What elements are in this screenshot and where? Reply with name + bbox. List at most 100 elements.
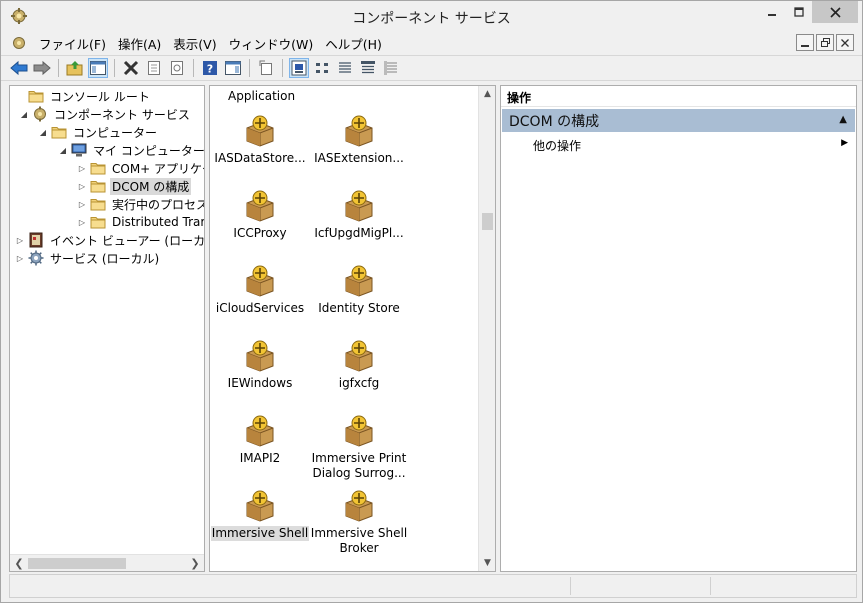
- expanded-arrow-icon[interactable]: ◢: [19, 109, 29, 119]
- mdi-minimize-button[interactable]: [796, 34, 814, 51]
- list-item[interactable]: IASDataStore...: [210, 114, 310, 166]
- forward-button[interactable]: [32, 58, 52, 78]
- tree-node[interactable]: ◢ マイ コンピューター: [58, 141, 204, 159]
- list-item[interactable]: IcfUpgdMigPl...: [309, 189, 409, 241]
- list-item-label: Identity Store: [318, 301, 400, 315]
- scroll-left-arrow[interactable]: ❮: [11, 556, 27, 571]
- list-item[interactable]: igfxcfg: [309, 339, 409, 391]
- tree-node[interactable]: ◢ コンピューター: [38, 123, 159, 141]
- tree-node[interactable]: ▷ 実行中のプロセス: [77, 195, 204, 213]
- collapsed-arrow-icon[interactable]: ▷: [77, 181, 87, 191]
- help-button[interactable]: ?: [200, 58, 220, 78]
- tree-node[interactable]: ▷ Distributed Trar: [77, 213, 204, 231]
- collapsed-arrow-icon[interactable]: ▷: [77, 199, 87, 209]
- close-icon: [829, 6, 841, 18]
- mdi-close-button[interactable]: [836, 34, 854, 51]
- list-item-label: Immersive Shell Broker: [310, 526, 408, 555]
- collapsed-arrow-icon[interactable]: ▷: [77, 217, 87, 227]
- console-tree-pane[interactable]: コンソール ルート ◢ コンポーネント サービス ◢ コンピューター ◢ マイ コンピュータ…: [9, 85, 205, 572]
- large-icons-view-icon: [291, 60, 307, 76]
- dcom-application-icon: [246, 490, 274, 522]
- menu-help[interactable]: ヘルプ(H): [319, 34, 388, 53]
- expanded-arrow-icon[interactable]: ◢: [38, 127, 48, 137]
- scroll-down-arrow[interactable]: ▼: [479, 555, 495, 571]
- tree-node-label[interactable]: コンポーネント サービス: [52, 106, 192, 123]
- small-icons-view-button[interactable]: [312, 58, 332, 78]
- scroll-right-arrow[interactable]: ❯: [187, 556, 203, 571]
- tree-node-label[interactable]: Distributed Trar: [110, 215, 204, 229]
- list-vertical-scrollbar[interactable]: ▲ ▼: [478, 86, 495, 571]
- collapse-up-icon[interactable]: ▲: [839, 114, 847, 125]
- tree-node-label[interactable]: コンソール ルート: [48, 88, 152, 105]
- export-icon: [259, 60, 272, 75]
- list-item[interactable]: iCloudServices: [210, 264, 310, 316]
- dcom-application-icon: [345, 115, 373, 147]
- collapsed-arrow-icon[interactable]: ▷: [15, 253, 25, 263]
- tree-node[interactable]: ▷ イベント ビューアー (ローカル): [15, 231, 204, 249]
- tree-node-label[interactable]: マイ コンピューター: [91, 142, 204, 159]
- maximize-icon: [794, 7, 804, 17]
- tree-node-label[interactable]: 実行中のプロセス: [110, 196, 204, 213]
- back-button[interactable]: [9, 58, 29, 78]
- status-view-button[interactable]: [381, 58, 401, 78]
- list-item[interactable]: Identity Store: [309, 264, 409, 316]
- show-hide-action-button[interactable]: [223, 58, 243, 78]
- menu-file[interactable]: ファイル(F): [33, 34, 112, 53]
- tree-node-label[interactable]: イベント ビューアー (ローカル): [48, 232, 204, 249]
- properties-icon: [148, 61, 160, 75]
- refresh-button[interactable]: [167, 58, 187, 78]
- console-menu-icon[interactable]: [11, 35, 27, 51]
- detail-view-button[interactable]: [358, 58, 378, 78]
- list-item[interactable]: IASExtension...: [309, 114, 409, 166]
- close-icon: [841, 38, 849, 47]
- export-button[interactable]: [256, 58, 276, 78]
- tree-node-label[interactable]: DCOM の構成: [110, 177, 192, 195]
- close-button[interactable]: [812, 1, 858, 23]
- menu-window[interactable]: ウィンドウ(W): [223, 34, 320, 53]
- expanded-arrow-icon[interactable]: ◢: [58, 145, 68, 155]
- list-view-button[interactable]: [335, 58, 355, 78]
- toolbar-separator: [114, 59, 115, 77]
- tree-node-label[interactable]: コンピューター: [71, 124, 159, 141]
- scroll-up-arrow[interactable]: ▲: [479, 86, 495, 102]
- list-item-label: IcfUpgdMigPl...: [314, 226, 404, 240]
- collapsed-arrow-icon[interactable]: ▷: [77, 163, 87, 173]
- list-item-label: IASDataStore...: [214, 151, 306, 165]
- collapsed-arrow-icon[interactable]: ▷: [15, 235, 25, 245]
- list-item[interactable]: Immersive Shell: [210, 489, 310, 541]
- result-pane[interactable]: Application IASDataStore... IASExtension.…: [209, 85, 496, 572]
- help-icon: ?: [203, 61, 217, 76]
- tree-horizontal-scrollbar[interactable]: ❮ ❯: [10, 554, 204, 571]
- more-actions-link[interactable]: 他の操作: [533, 137, 581, 154]
- dcom-application-icon: [246, 415, 274, 447]
- list-item[interactable]: Immersive Shell Broker: [309, 489, 409, 556]
- large-icons-view-button[interactable]: [289, 58, 309, 78]
- tree-node-label[interactable]: COM+ アプリケーシ: [110, 160, 204, 177]
- status-bar: [9, 574, 857, 598]
- action-section-dcom[interactable]: DCOM の構成 ▲: [502, 109, 855, 132]
- scrollbar-thumb[interactable]: [482, 213, 493, 230]
- tree-node[interactable]: ◢ コンポーネント サービス: [19, 105, 192, 123]
- tree-node[interactable]: ▷ COM+ アプリケーシ: [77, 159, 204, 177]
- up-folder-button[interactable]: [65, 58, 85, 78]
- tree-node[interactable]: ▷ DCOM の構成: [77, 177, 192, 195]
- tree-node[interactable]: ▷ サービス (ローカル): [15, 249, 161, 267]
- scrollbar-thumb[interactable]: [28, 558, 126, 569]
- menu-view[interactable]: 表示(V): [167, 34, 222, 53]
- show-hide-tree-button[interactable]: [88, 58, 108, 78]
- mdi-restore-button[interactable]: [816, 34, 834, 51]
- list-item[interactable]: IMAPI2: [210, 414, 310, 466]
- maximize-button[interactable]: [786, 1, 812, 23]
- properties-button[interactable]: [144, 58, 164, 78]
- tree-node-label[interactable]: サービス (ローカル): [48, 250, 161, 267]
- list-item[interactable]: ICCProxy: [210, 189, 310, 241]
- tree-node[interactable]: コンソール ルート: [15, 87, 152, 105]
- list-item[interactable]: Immersive Print Dialog Surrog...: [309, 414, 409, 481]
- list-column-header: Application: [228, 89, 296, 103]
- svg-text:?: ?: [207, 63, 213, 76]
- minimize-button[interactable]: [758, 1, 786, 23]
- minimize-icon: [801, 44, 809, 47]
- list-item[interactable]: IEWindows: [210, 339, 310, 391]
- delete-button[interactable]: [121, 58, 141, 78]
- menu-action[interactable]: 操作(A): [112, 34, 167, 53]
